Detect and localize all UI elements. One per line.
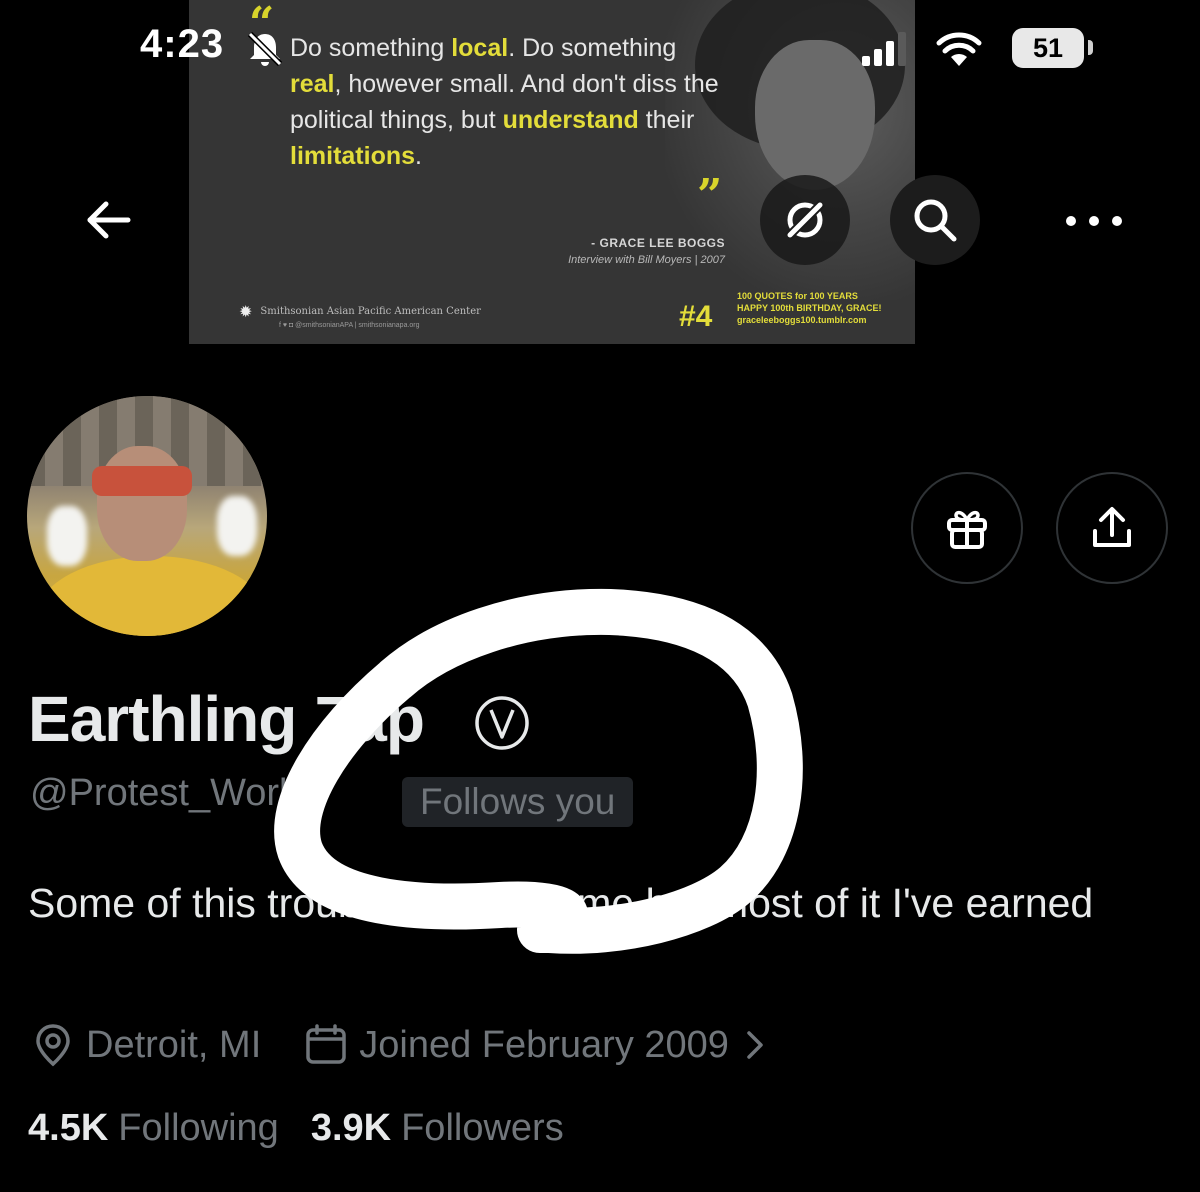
dot bbox=[1112, 216, 1122, 226]
banner-org-name: Smithsonian Asian Pacific American Cente… bbox=[260, 306, 481, 317]
share-icon bbox=[1093, 507, 1131, 547]
quote-highlight: real bbox=[290, 70, 335, 98]
followers-link[interactable]: 3.9K Followers bbox=[311, 1107, 564, 1150]
banner-author-source: Interview with Bill Moyers | 2007 bbox=[568, 254, 725, 266]
dot bbox=[1066, 216, 1076, 226]
profile-banner[interactable]: “ Do something local. Do something real,… bbox=[189, 0, 915, 344]
following-label: Following bbox=[118, 1107, 279, 1149]
quote-highlight: limitations bbox=[290, 142, 416, 170]
joined-text: Joined February 2009 bbox=[359, 1023, 729, 1066]
quote-highlight: local bbox=[451, 34, 509, 62]
bio: Some of this trouble just finds me but m… bbox=[28, 880, 1094, 926]
chevron-right-icon bbox=[747, 1031, 763, 1059]
grok-icon bbox=[784, 199, 826, 241]
banner-org: ✹ Smithsonian Asian Pacific American Cent… bbox=[239, 302, 481, 321]
status-time: 4:23 bbox=[140, 22, 225, 66]
quote-text: their bbox=[638, 106, 695, 134]
grok-button[interactable] bbox=[760, 175, 850, 265]
cellular-signal-icon bbox=[862, 32, 906, 66]
banner-org-links: f ♥ ◘ @smithsonianAPA | smithsonianapa.o… bbox=[279, 322, 420, 329]
follows-you-badge: Follows you bbox=[402, 777, 634, 827]
joined-date[interactable]: Joined February 2009 bbox=[303, 1022, 771, 1068]
quote-highlight: understand bbox=[502, 106, 639, 134]
location: Detroit, MI bbox=[30, 1022, 261, 1068]
following-count: 4.5K bbox=[28, 1107, 109, 1149]
gift-button[interactable] bbox=[911, 472, 1023, 584]
wifi-icon bbox=[936, 32, 982, 66]
quote-text: Do something bbox=[290, 34, 452, 62]
display-name: Earthling Zap bbox=[28, 683, 425, 755]
avatar[interactable] bbox=[23, 392, 271, 640]
banner-campaign-line3: graceleeboggs100.tumblr.com bbox=[737, 315, 867, 325]
quote-text: . Do something bbox=[508, 34, 677, 62]
banner-quote: Do something local. Do something real, h… bbox=[290, 30, 720, 174]
search-button[interactable] bbox=[890, 175, 980, 265]
more-button[interactable] bbox=[1066, 196, 1122, 246]
gift-icon bbox=[947, 510, 987, 549]
battery-nub bbox=[1088, 40, 1093, 55]
location-text: Detroit, MI bbox=[86, 1023, 262, 1066]
dot bbox=[1089, 216, 1099, 226]
profile-meta: Detroit, MI Joined February 2009 bbox=[30, 1020, 771, 1070]
banner-campaign-line2: HAPPY 100th BIRTHDAY, GRACE! bbox=[737, 303, 882, 313]
bell-off-icon bbox=[247, 31, 283, 67]
calendar-icon bbox=[306, 1024, 346, 1064]
battery-icon: 51 bbox=[1012, 28, 1084, 68]
banner-campaign: 100 QUOTES for 100 YEARS HAPPY 100th BIR… bbox=[737, 290, 882, 326]
quote-close-mark: ” bbox=[697, 170, 723, 221]
back-button[interactable] bbox=[80, 192, 136, 248]
sunburst-icon: ✹ bbox=[239, 302, 253, 321]
following-link[interactable]: 4.5K Following bbox=[28, 1107, 279, 1150]
followers-label: Followers bbox=[401, 1107, 564, 1149]
banner-author: - GRACE LEE BOGGS bbox=[591, 236, 725, 250]
banner-campaign-line1: 100 QUOTES for 100 YEARS bbox=[737, 291, 858, 301]
verified-icon[interactable] bbox=[473, 694, 531, 752]
search-icon bbox=[914, 199, 957, 242]
profile-page: “ Do something local. Do something real,… bbox=[0, 0, 1200, 1192]
banner-number: #4 bbox=[679, 300, 713, 333]
followers-count: 3.9K bbox=[310, 1107, 392, 1149]
handle: @Protest_Works bbox=[30, 772, 318, 814]
follow-stats: 4.5K Following 3.9K Followers bbox=[28, 1107, 564, 1150]
quote-text: . bbox=[415, 142, 422, 170]
share-button[interactable] bbox=[1056, 472, 1168, 584]
location-pin-icon bbox=[36, 1024, 70, 1067]
